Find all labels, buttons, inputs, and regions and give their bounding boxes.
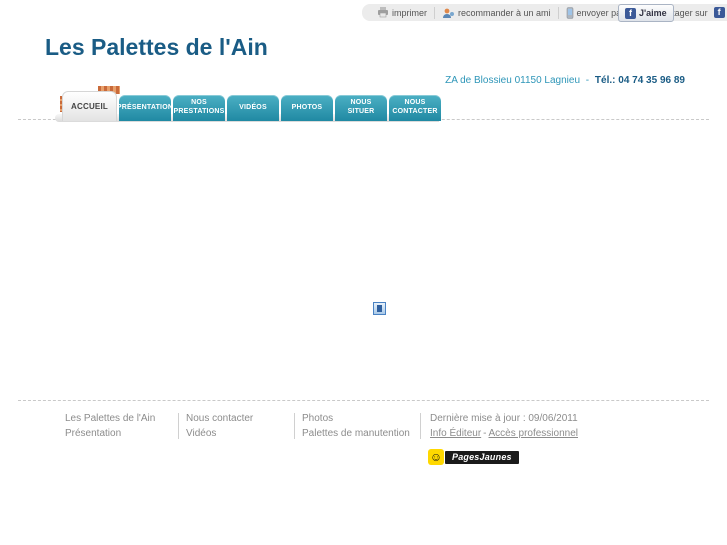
footer-column-3: Photos Palettes de manutention [294, 413, 420, 439]
acces-professionnel-link[interactable]: Accès professionnel [489, 428, 579, 439]
footer-column-4: Dernière mise à jour : 09/06/2011 Info É… [420, 413, 670, 439]
printer-icon [377, 7, 389, 18]
footer-link-videos[interactable]: Vidéos [186, 428, 294, 439]
facebook-icon: f [625, 7, 636, 19]
tab-photos[interactable]: PHOTOS [281, 95, 333, 121]
pagesjaunes-smiley-icon: ☺ [428, 449, 444, 465]
tab-nous-situer[interactable]: NOUS SITUER [335, 95, 387, 121]
address-text: ZA de Blossieu 01150 Lagnieu [445, 75, 581, 86]
footer-link-les-palettes[interactable]: Les Palettes de l'Ain [65, 413, 178, 424]
editor-links-separator: - [483, 428, 487, 439]
tab-accueil[interactable]: ACCUEIL [62, 91, 117, 121]
print-label: imprimer [392, 7, 427, 18]
tab-nos-prestations[interactable]: NOS PRESTATIONS [173, 95, 225, 121]
recommend-label: recommander à un ami [458, 7, 551, 18]
recommend-button[interactable]: recommander à un ami [434, 6, 558, 19]
tab-presentation[interactable]: PRÉSENTATION [117, 95, 173, 121]
tab-videos[interactable]: VIDÉOS [227, 95, 279, 121]
last-update-text: Dernière mise à jour : 09/06/2011 [430, 413, 578, 424]
phone-number: Tél.: 04 74 35 96 89 [594, 75, 685, 86]
address-separator: - [585, 75, 590, 86]
friend-icon [442, 7, 455, 19]
footer: Les Palettes de l'Ain Présentation Nous … [65, 413, 670, 439]
media-plugin-placeholder-icon[interactable] [373, 302, 386, 315]
info-editeur-link[interactable]: Info Éditeur [430, 428, 481, 439]
site-title[interactable]: Les Palettes de l'Ain [45, 34, 268, 61]
address-line: ZA de Blossieu 01150 Lagnieu - Tél.: 04 … [445, 75, 685, 86]
like-label: J'aime [639, 8, 667, 18]
footer-link-palettes-manutention[interactable]: Palettes de manutention [302, 428, 420, 439]
pagesjaunes-logo[interactable]: ☺ PagesJaunes [428, 449, 519, 465]
footer-column-1: Les Palettes de l'Ain Présentation [65, 413, 178, 439]
footer-link-presentation[interactable]: Présentation [65, 428, 178, 439]
tab-nous-contacter[interactable]: NOUS CONTACTER [389, 95, 441, 121]
footer-column-2: Nous contacter Vidéos [178, 413, 294, 439]
editor-links: Info Éditeur - Accès professionnel [430, 428, 670, 439]
facebook-like-button[interactable]: f J'aime [618, 4, 674, 22]
print-button[interactable]: imprimer [370, 7, 434, 18]
footer-dashed-line [18, 400, 709, 401]
phone-icon [566, 6, 574, 19]
footer-link-nous-contacter[interactable]: Nous contacter [186, 413, 294, 424]
media-plugin-glyph [377, 305, 382, 312]
page: imprimer recommander à un ami envoyer pa… [0, 0, 727, 545]
footer-link-photos[interactable]: Photos [302, 413, 420, 424]
pagesjaunes-label: PagesJaunes [445, 450, 519, 464]
main-nav: ACCUEIL PRÉSENTATION NOS PRESTATIONS VID… [62, 91, 441, 121]
facebook-share-icon[interactable]: f [713, 7, 725, 18]
content-area [18, 122, 709, 398]
